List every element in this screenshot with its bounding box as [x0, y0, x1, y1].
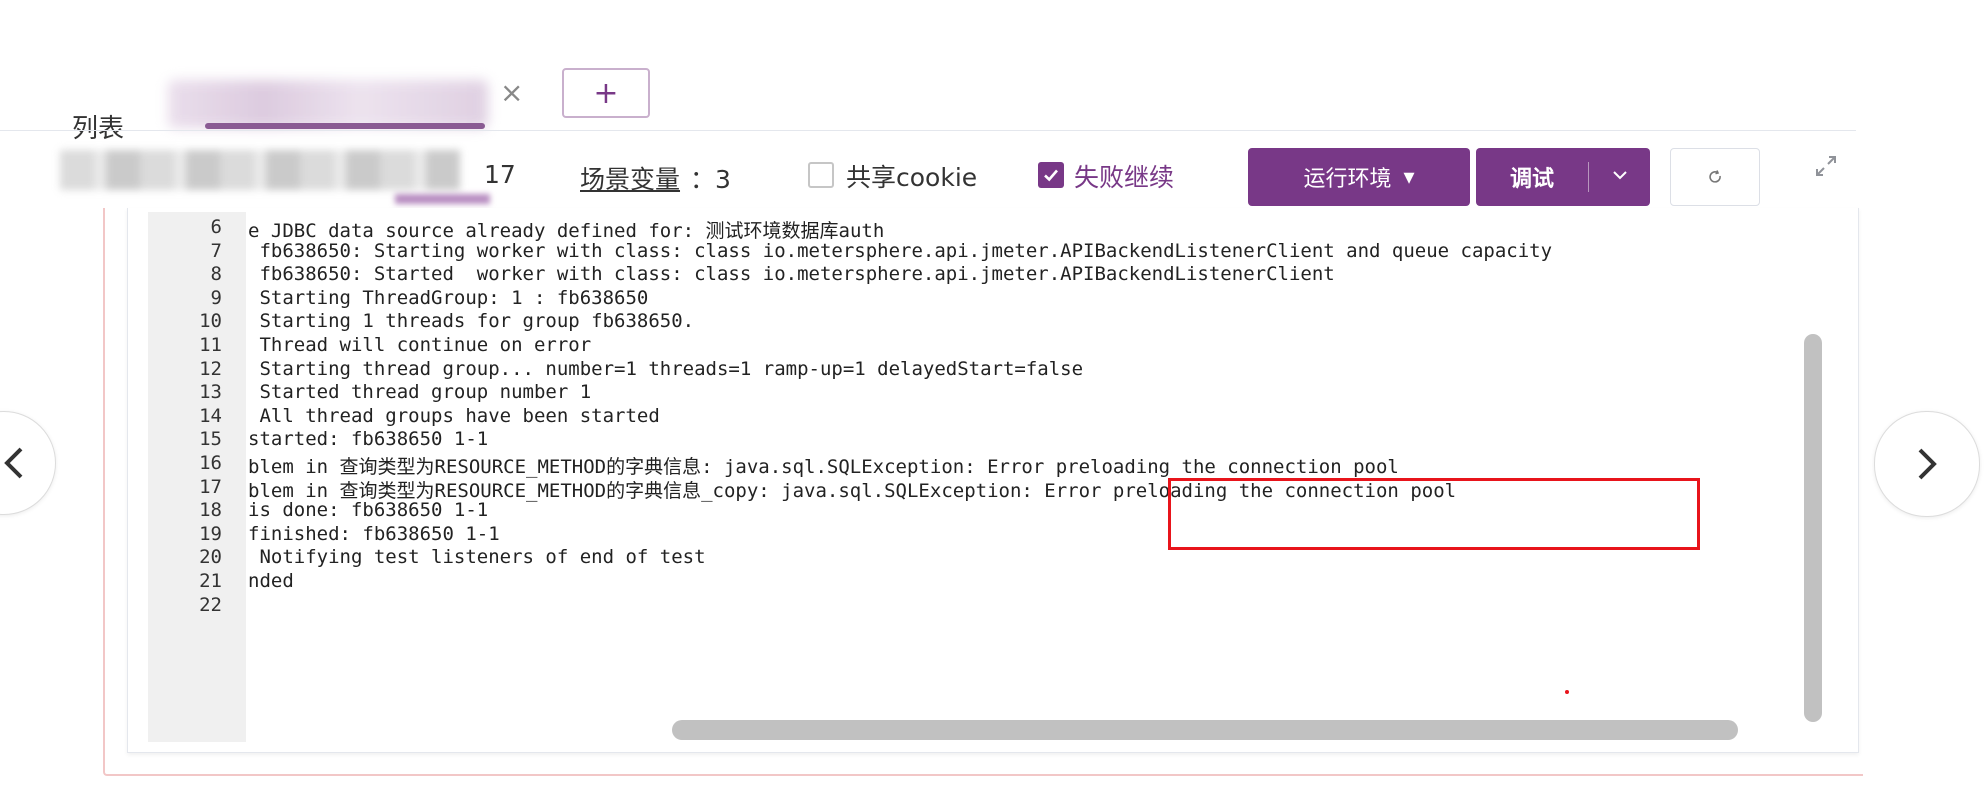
step-count: 17 [484, 160, 516, 189]
line-number-gutter: 6 7 8 9 10 11 12 13 14 15 16 17 18 19 20 21 22 [148, 212, 246, 742]
line-number: 7 [210, 239, 222, 262]
log-line: finished: fb638650 1-1 [248, 522, 500, 545]
share-cookie-checkbox[interactable] [808, 162, 834, 188]
line-number: 17 [199, 475, 222, 498]
line-number: 20 [199, 546, 222, 569]
line-number: 14 [199, 404, 222, 427]
line-number: 8 [210, 263, 222, 286]
log-line: fb638650: Started worker with class: cla… [248, 263, 1335, 286]
refresh-icon [1709, 170, 1721, 183]
tab-close-icon[interactable]: × [500, 76, 523, 109]
log-line: Starting 1 threads for group fb638650. [248, 310, 695, 333]
log-line: Starting ThreadGroup: 1 : fb638650 [248, 286, 649, 309]
run-environment-button[interactable]: 运行环境 ▾ [1248, 148, 1470, 206]
tab-list[interactable]: 列表 [72, 108, 124, 145]
run-environment-label: 运行环境 [1303, 167, 1392, 192]
add-tab-button[interactable]: + [562, 68, 650, 118]
log-line: fb638650: Starting worker with class: cl… [248, 239, 1553, 262]
tab-active-indicator [205, 123, 485, 129]
tab-bar-divider [0, 130, 1856, 131]
plus-icon: + [593, 75, 619, 111]
next-button[interactable] [1874, 411, 1980, 517]
expand-icon[interactable] [1812, 152, 1840, 187]
scenario-name-accent [395, 194, 490, 204]
line-number: 12 [199, 357, 222, 380]
chevron-right-icon [1918, 448, 1937, 480]
line-number: 16 [199, 452, 222, 474]
log-line: nded [248, 570, 294, 592]
scenario-variables-count: ：3 [690, 165, 731, 194]
log-top-partial-line: ··· ·· ·· ·· ··· [780, 207, 1080, 215]
log-line: Started thread group number 1 [248, 381, 592, 404]
line-number: 11 [199, 334, 222, 356]
scenario-variables-link[interactable]: 场景变量 [580, 160, 680, 196]
chevron-left-icon [4, 447, 23, 479]
horizontal-scrollbar[interactable] [672, 720, 1738, 740]
log-line: is done: fb638650 1-1 [248, 499, 489, 522]
scenario-name-redacted [60, 150, 460, 190]
annotation-dot [1565, 690, 1569, 694]
tab-active-title-redacted[interactable] [168, 80, 488, 128]
log-line: All thread groups have been started [248, 404, 660, 427]
line-number: 15 [199, 428, 222, 451]
line-number: 10 [199, 310, 222, 333]
line-number: 9 [210, 286, 222, 309]
checkmark-icon [1044, 169, 1058, 182]
line-number: 19 [199, 522, 222, 545]
log-line: Notifying test listeners of end of test [248, 546, 706, 569]
line-number: 13 [199, 381, 222, 404]
refresh-button[interactable] [1670, 148, 1760, 206]
debug-button[interactable]: 调试 [1476, 161, 1588, 193]
log-line: started: fb638650 1-1 [248, 428, 489, 451]
fail-continue-checkbox[interactable] [1038, 162, 1064, 188]
caret-down-icon: ▾ [1403, 164, 1415, 190]
fail-continue-label[interactable]: 失败继续 [1074, 158, 1174, 194]
line-number: 22 [199, 593, 222, 616]
log-line: Thread will continue on error [248, 334, 592, 356]
error-highlight-box [1168, 478, 1700, 550]
line-number: 18 [199, 499, 222, 522]
log-line: Starting thread group... number=1 thread… [248, 357, 1084, 380]
debug-split-button[interactable]: 调试 [1476, 148, 1650, 206]
line-number: 6 [210, 216, 222, 238]
console-log-area[interactable]: e JDBC data source already defined for: … [246, 212, 1802, 742]
line-number: 21 [199, 570, 222, 592]
chevron-down-icon[interactable] [1589, 165, 1650, 189]
vertical-scrollbar[interactable] [1804, 334, 1822, 722]
share-cookie-label[interactable]: 共享cookie [846, 158, 977, 194]
previous-button[interactable] [0, 411, 56, 515]
